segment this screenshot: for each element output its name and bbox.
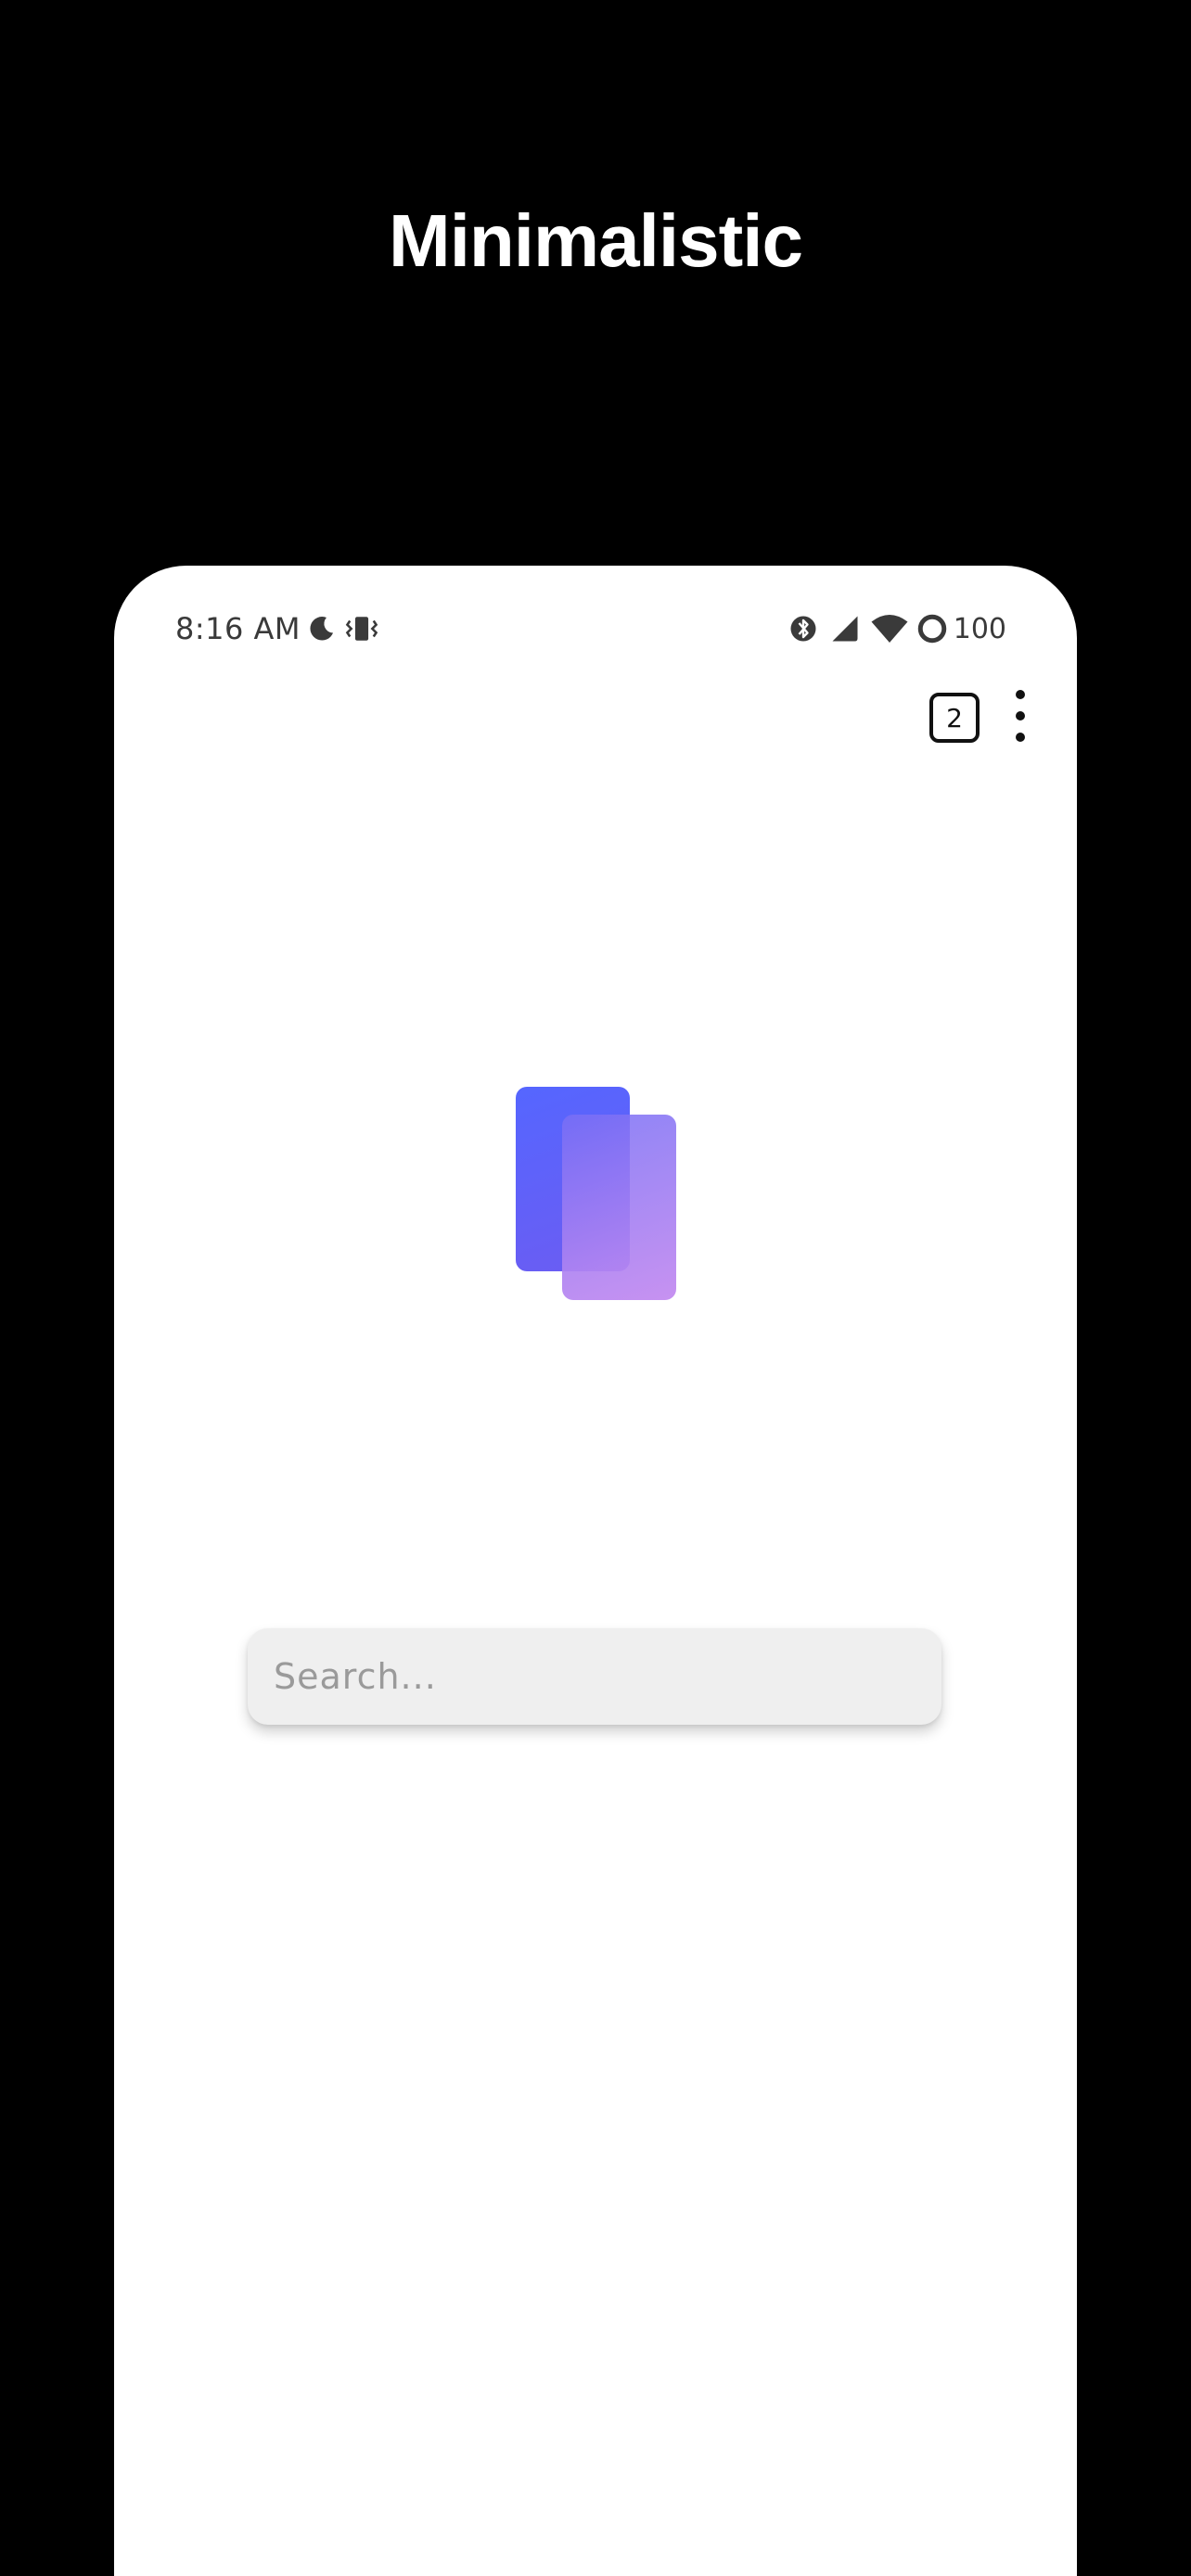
vibrate-icon xyxy=(343,613,380,644)
battery-level: 100 xyxy=(953,612,1006,645)
status-right: 100 xyxy=(787,599,1006,658)
wifi-icon xyxy=(870,612,909,645)
menu-dot xyxy=(1016,733,1025,742)
status-time: 8:16 AM xyxy=(175,611,301,646)
menu-dot xyxy=(1016,690,1025,699)
tabs-button[interactable]: 2 xyxy=(929,693,980,743)
tab-count-label: 2 xyxy=(946,702,963,733)
logo-card-front xyxy=(562,1115,676,1300)
status-left: 8:16 AM xyxy=(175,599,380,658)
promo-headline: Minimalistic xyxy=(389,199,803,282)
more-vert-icon[interactable] xyxy=(1006,690,1034,742)
search-box[interactable] xyxy=(248,1628,941,1725)
cellular-signal-icon xyxy=(827,612,863,645)
promo-page: Minimalistic 8:16 AM 100 2 Search... xyxy=(0,0,1191,2576)
search-input[interactable] xyxy=(248,1628,941,1725)
battery-icon xyxy=(916,613,948,644)
bluetooth-icon xyxy=(787,612,820,645)
moon-icon xyxy=(306,613,338,644)
phone-screen: 8:16 AM 100 2 Search... xyxy=(114,566,1077,2576)
app-logo xyxy=(516,1087,678,1302)
menu-dot xyxy=(1016,711,1025,721)
status-bar: 8:16 AM 100 xyxy=(114,599,1077,658)
